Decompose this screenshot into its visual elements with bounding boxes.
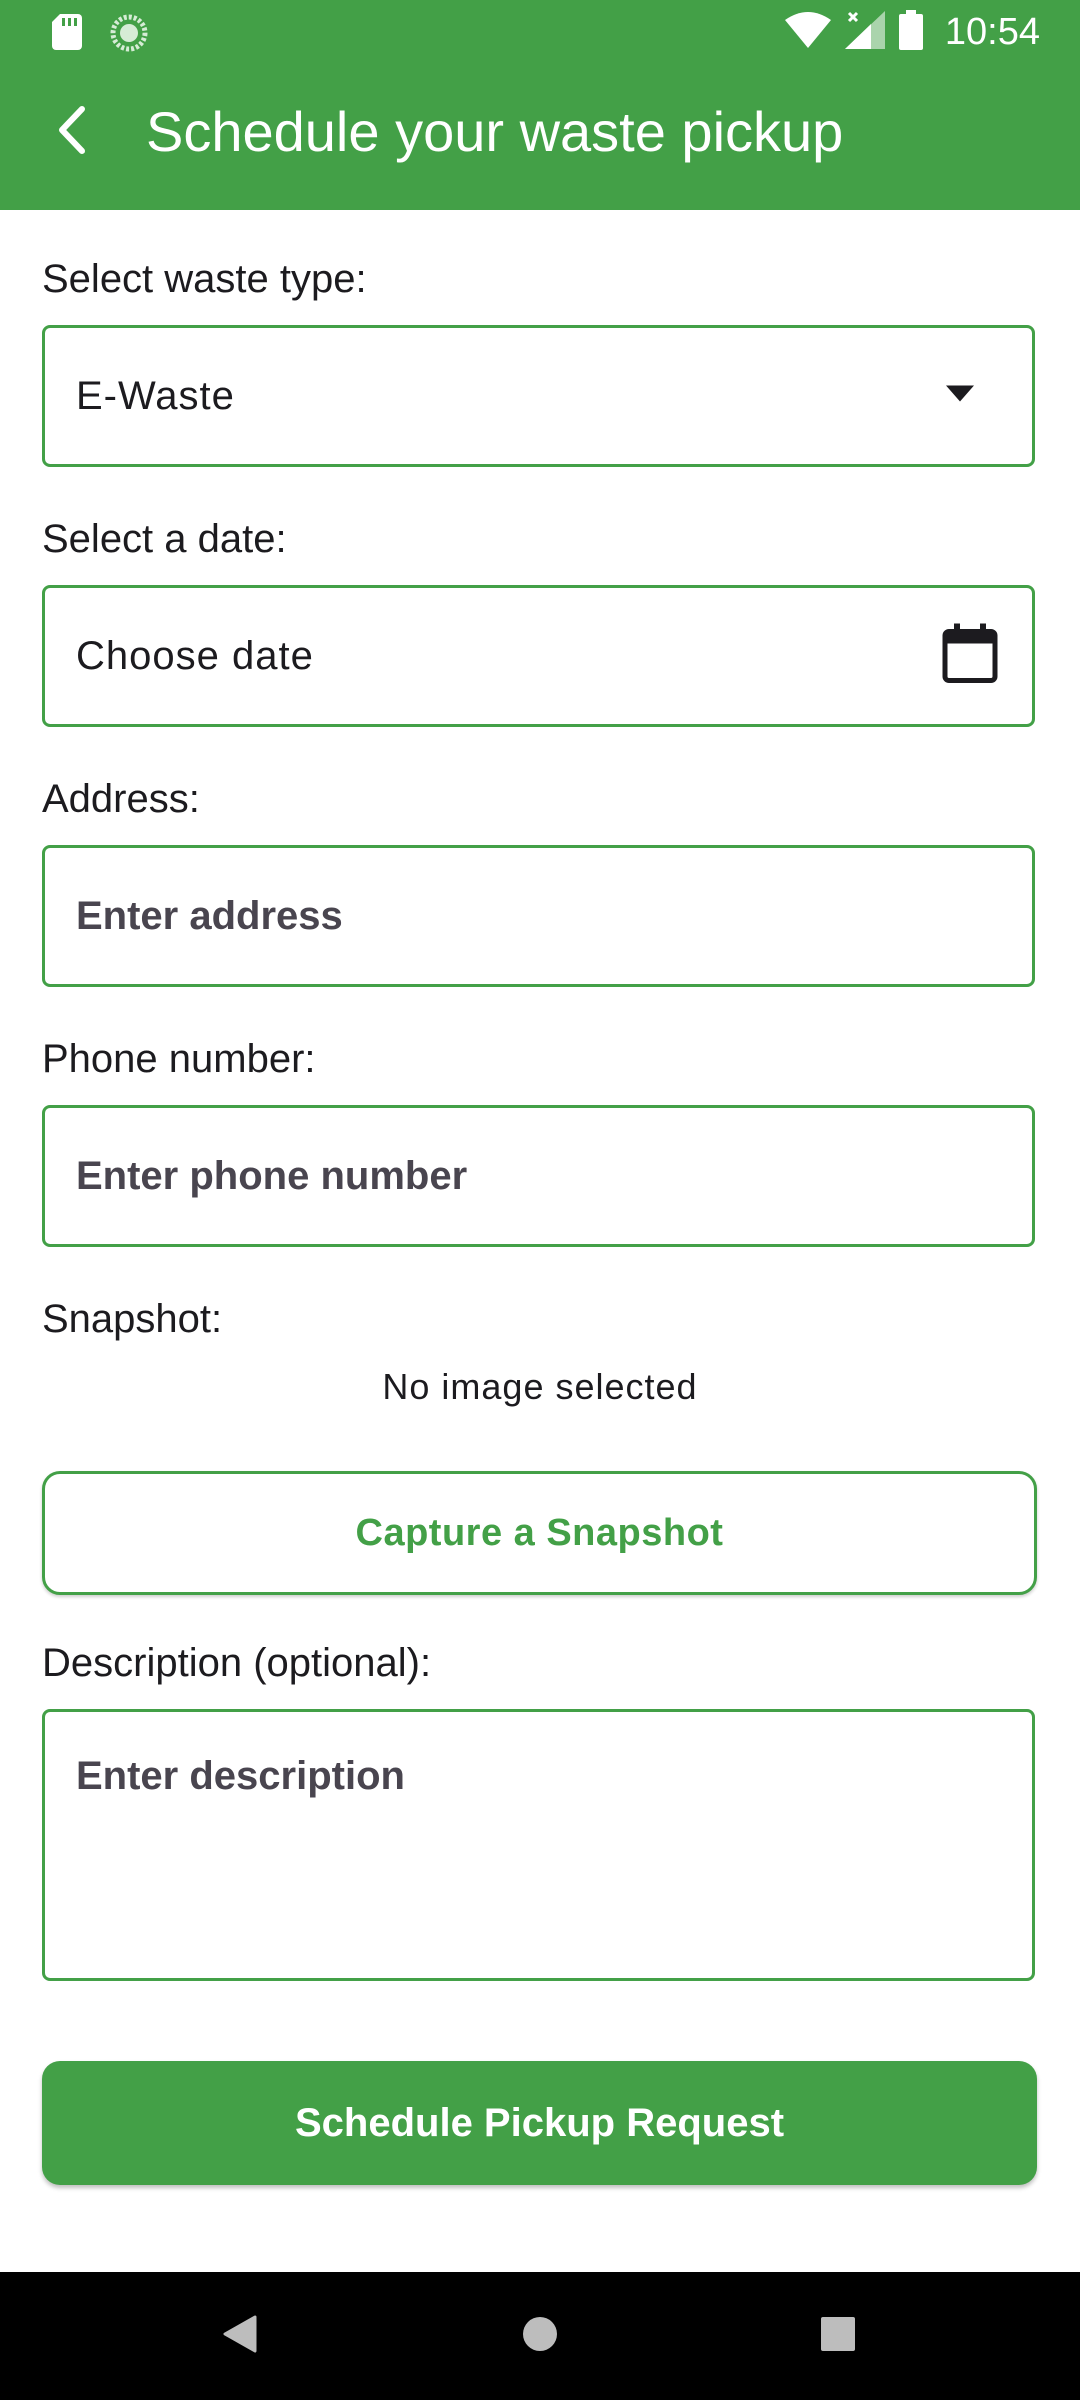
waste-type-value: E-Waste	[76, 374, 235, 418]
back-button[interactable]	[40, 100, 104, 164]
wifi-icon	[784, 11, 831, 53]
navigation-bar	[0, 2272, 1080, 2400]
description-input[interactable]: Enter description	[42, 1709, 1035, 1981]
nav-recents-button[interactable]	[798, 2296, 878, 2376]
status-time: 10:54	[944, 10, 1040, 53]
dropdown-arrow-icon	[946, 385, 974, 407]
calendar-icon[interactable]	[942, 623, 998, 689]
chevron-left-icon	[52, 105, 92, 160]
snapshot-label: Snapshot:	[42, 1297, 223, 1341]
date-label: Select a date:	[42, 517, 287, 561]
recents-square-icon	[821, 2316, 855, 2356]
page-title: Schedule your waste pickup	[146, 100, 844, 163]
waste-type-dropdown[interactable]: E-Waste	[42, 325, 1035, 467]
date-field[interactable]: Choose date	[42, 585, 1035, 727]
back-triangle-icon	[223, 2315, 257, 2358]
address-label: Address:	[42, 777, 200, 821]
phone-input[interactable]: Enter phone number	[42, 1105, 1035, 1247]
snapshot-status: No image selected	[382, 1366, 698, 1407]
waste-type-label: Select waste type:	[42, 257, 367, 301]
status-bar: 10:54	[0, 0, 1080, 64]
status-icons: 10:54	[784, 9, 1040, 55]
description-placeholder: Enter description	[76, 1754, 405, 1798]
description-label: Description (optional):	[42, 1641, 432, 1685]
date-value: Choose date	[76, 634, 314, 678]
nav-back-button[interactable]	[200, 2296, 280, 2376]
loading-icon	[110, 14, 148, 57]
signal-icon	[844, 10, 885, 54]
battery-icon	[898, 9, 923, 55]
schedule-pickup-button[interactable]: Schedule Pickup Request	[42, 2061, 1037, 2185]
address-placeholder: Enter address	[76, 894, 343, 938]
home-circle-icon	[522, 2316, 558, 2357]
phone-label: Phone number:	[42, 1037, 316, 1081]
sd-card-icon	[52, 14, 82, 55]
capture-snapshot-button[interactable]: Capture a Snapshot	[42, 1471, 1037, 1595]
phone-placeholder: Enter phone number	[76, 1154, 468, 1198]
address-input[interactable]: Enter address	[42, 845, 1035, 987]
nav-home-button[interactable]	[500, 2296, 580, 2376]
app-bar: 10:54 Schedule your waste pickup	[0, 0, 1080, 210]
